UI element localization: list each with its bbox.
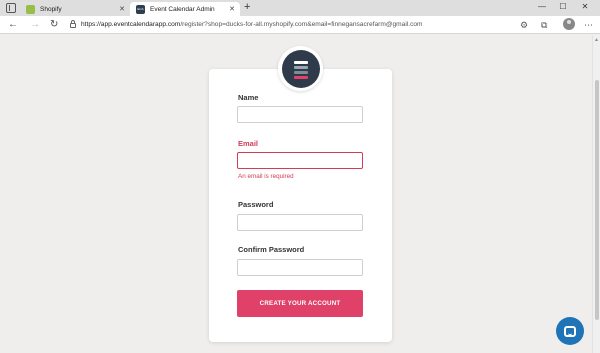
url-host: https://app.eventcalendarapp.com (81, 21, 181, 28)
tab-event-calendar-admin[interactable]: ECA Event Calendar Admin ✕ (130, 2, 240, 16)
event-calendar-icon: ECA (136, 4, 145, 14)
browser-toolbar: ← → ↻ https://app.eventcalendarapp.com /… (0, 16, 600, 34)
tab-label: Event Calendar Admin (150, 5, 215, 13)
url-path: /register?shop=ducks-for-all.myshopify.c… (180, 21, 423, 28)
tab-shopify[interactable]: Shopify ✕ (20, 2, 130, 16)
lock-icon (70, 20, 76, 28)
logo-badge (281, 49, 320, 88)
chat-bubble-icon (564, 325, 576, 337)
email-error-message: An email is required (238, 173, 294, 180)
email-field[interactable] (237, 152, 363, 169)
tab-actions-icon[interactable] (6, 3, 16, 13)
new-tab-button[interactable]: + (244, 1, 250, 13)
scroll-up-icon[interactable]: ▲ (594, 37, 599, 43)
confirm-password-field[interactable] (237, 259, 363, 276)
maximize-button[interactable]: ☐ (556, 2, 570, 11)
scroll-thumb[interactable] (595, 80, 599, 320)
name-label: Name (238, 93, 259, 102)
create-account-button[interactable]: CREATE YOUR ACCOUNT (237, 290, 363, 317)
chat-launcher-button[interactable] (556, 317, 584, 345)
close-icon[interactable]: ✕ (229, 5, 235, 13)
refresh-button[interactable]: ↻ (50, 19, 58, 31)
read-aloud-icon[interactable]: ⚙ (520, 19, 528, 31)
event-calendar-logo (278, 46, 323, 91)
close-window-button[interactable]: ✕ (578, 2, 592, 11)
profile-avatar[interactable] (563, 18, 575, 30)
password-field[interactable] (237, 214, 363, 231)
page-scrollbar[interactable]: ▲ (592, 35, 600, 353)
more-menu-icon[interactable]: ⋯ (584, 19, 593, 31)
confirm-password-label: Confirm Password (238, 245, 305, 254)
forward-button[interactable]: → (30, 19, 40, 31)
email-label: Email (238, 139, 259, 148)
minimize-button[interactable]: — (535, 2, 549, 11)
tab-label: Shopify (40, 5, 62, 13)
shopify-icon (26, 4, 35, 14)
browser-titlebar: Shopify ✕ ECA Event Calendar Admin ✕ + —… (0, 0, 600, 16)
collections-icon[interactable]: ⧉ (541, 19, 547, 31)
address-bar[interactable]: https://app.eventcalendarapp.com /regist… (70, 17, 530, 32)
password-label: Password (238, 200, 274, 209)
back-button[interactable]: ← (8, 19, 18, 31)
close-icon[interactable]: ✕ (119, 5, 125, 13)
name-field[interactable] (237, 106, 363, 123)
